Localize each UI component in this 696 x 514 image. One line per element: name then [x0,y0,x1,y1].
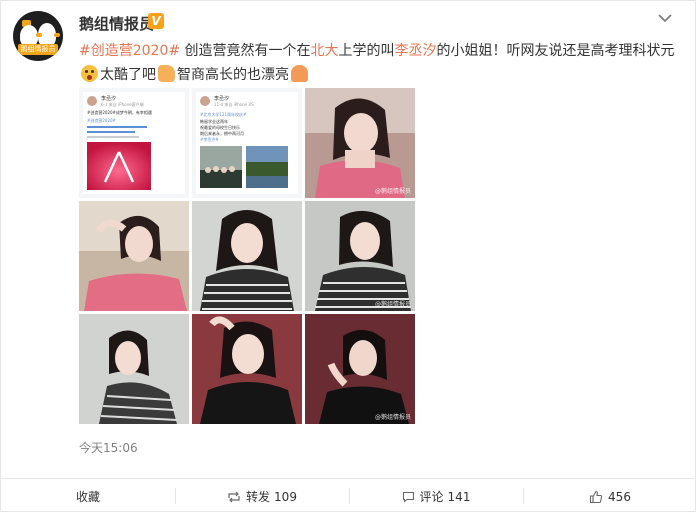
portrait-photo [79,201,189,311]
comment-icon [402,491,414,503]
favorite-label: 收藏 [75,490,100,504]
grid-image-screenshot-2[interactable]: 李丞汐 11-4 来自 iPhone XS #北京大学121周年校庆# 韩留学业… [192,88,302,198]
grid-image-portrait-dark[interactable]: @鹅组情报员 [305,314,415,424]
grid-image-portrait-pink[interactable]: @鹅组情报员 [305,88,415,198]
group-photo [200,146,242,188]
watermark: @鹅组情报员 [374,301,411,308]
mini-meta: 6-1 来自 iPhone客户端 [101,102,144,107]
goose-beak [36,33,42,37]
thumbs-up-emoji-icon [158,65,175,82]
username[interactable]: 鹅组情报员 [79,13,154,34]
screenshot-card: 李丞汐 6-1 来自 iPhone客户端 #创造营2020#成梦今朝，有幸相遇 … [83,92,185,194]
grid-image-portrait-sitting[interactable] [79,314,189,424]
portrait-photo [305,88,415,198]
portrait-photo [79,314,189,424]
thumbs-up-icon [589,490,603,503]
watermark: @鹅组情报员 [374,414,411,421]
goose-beak [54,33,60,37]
favorite-button[interactable]: 收藏 [1,479,175,514]
weibo-post-card: 鹅组情报员 鹅组情报员 V #创造营2020# 创造营竟然有一个在北大上学的叫李… [0,0,696,512]
mini-username: 李丞汐 [214,96,230,102]
like-count: 456 [608,489,631,504]
mini-meta: 11-4 来自 iPhone XS [214,102,254,107]
surprised-face-icon [81,65,98,82]
mention-link-pku[interactable]: 北大 [311,43,339,59]
repost-icon [228,491,240,502]
grid-image-screenshot-1[interactable]: 李丞汐 6-1 来自 iPhone客户端 #创造营2020#成梦今朝，有幸相遇 … [79,88,189,198]
post-text-part: 的小姐姐！听网友说还是高考理科状元 [436,43,675,59]
grid-image-portrait-stripes[interactable] [192,201,302,311]
grid-image-portrait-red[interactable] [192,314,302,424]
comment-label: 评论 [419,490,444,504]
post-timestamp[interactable]: 今天15:06 [79,439,138,456]
mini-username: 李丞汐 [101,96,117,102]
mini-avatar [87,96,97,106]
topic-link[interactable]: #创造营2020# [79,43,180,59]
chevron-down-icon[interactable] [657,12,673,24]
mini-text: #创造营2020#成梦今朝，有幸相遇 [87,110,152,115]
post-text: #创造营2020# 创造营竟然有一个在北大上学的叫李丞汐的小姐姐！听网友说还是高… [79,39,679,87]
like-button[interactable]: 456 [523,479,696,514]
portrait-photo [192,314,302,424]
action-bar: 收藏 转发 109 评论 141 456 [1,478,696,514]
grid-image-portrait-couch[interactable] [79,201,189,311]
post-text-part: 太酷了吧 [100,67,156,83]
portrait-photo [305,201,415,311]
screenshot-card: 李丞汐 11-4 来自 iPhone XS #北京大学121周年校庆# 韩留学业… [196,92,298,194]
mini-line [87,136,139,138]
repost-label: 转发 [246,490,271,504]
mini-line [87,126,147,128]
post-text-part: 智商高长的也漂亮 [177,67,289,83]
portrait-photo [192,201,302,311]
mini-avatar [200,96,210,106]
post-text-part: 上学的叫 [338,43,395,59]
mini-hashtag: #北京大学121周年校庆# [200,112,247,117]
avatar-text: 鹅组情报员 [18,44,58,55]
verified-icon: V [148,13,164,29]
comment-button[interactable]: 评论 141 [349,479,523,514]
mini-hashtag: #李丞汐# [200,137,219,142]
lake-photo [246,146,288,188]
repost-button[interactable]: 转发 109 [175,479,349,514]
avatar[interactable]: 鹅组情报员 [13,11,63,61]
portrait-photo [305,314,415,424]
mini-line [87,131,135,133]
grid-image-portrait-stripes-2[interactable]: @鹅组情报员 [305,201,415,311]
watermark: @鹅组情报员 [374,188,411,195]
neon-image [87,142,151,190]
mention-link-name[interactable]: 李丞汐 [395,43,437,59]
mini-hashtag: #创造营2020# [87,118,116,123]
praying-hands-icon [291,65,308,82]
comment-count: 141 [447,489,471,504]
repost-count: 109 [274,489,297,504]
post-text-part: 创造营竟然有一个在 [180,43,311,59]
